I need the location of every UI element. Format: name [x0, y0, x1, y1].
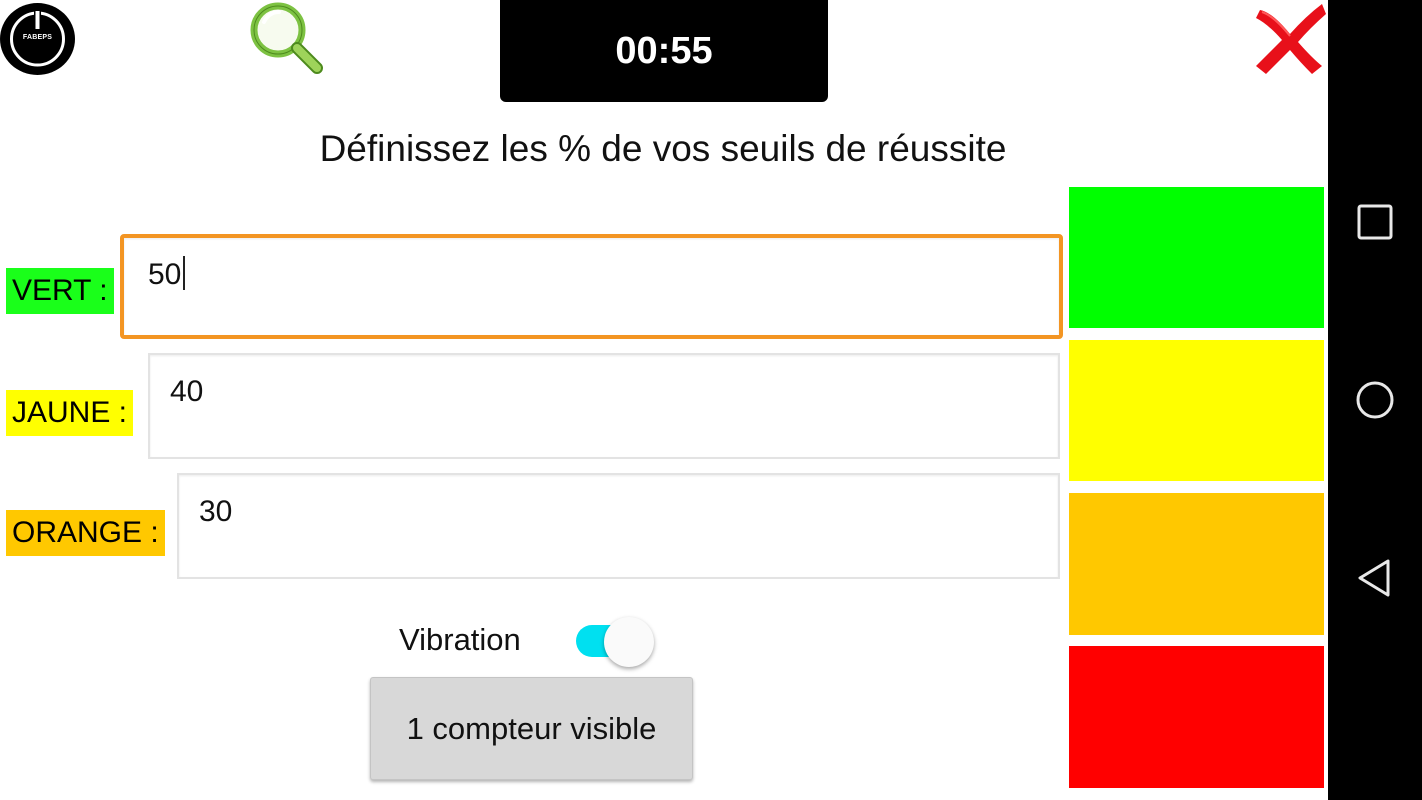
orange-input[interactable]: 30 — [177, 473, 1060, 579]
text-caret — [183, 256, 186, 290]
swatch-red[interactable] — [1069, 646, 1324, 788]
close-icon — [1256, 4, 1326, 74]
back-icon[interactable] — [1354, 557, 1396, 599]
orange-input-value: 30 — [199, 495, 233, 528]
power-button[interactable]: FABEPS — [0, 3, 75, 75]
label-vert: VERT : — [6, 268, 114, 314]
search-icon — [250, 2, 323, 74]
page-title: Définissez les % de vos seuils de réussi… — [0, 128, 1328, 170]
timer-display: 00:55 — [500, 0, 828, 102]
swatch-green[interactable] — [1069, 187, 1324, 328]
vibration-toggle[interactable] — [574, 613, 658, 669]
jaune-input-value: 40 — [170, 375, 204, 408]
power-label: FABEPS — [22, 34, 53, 41]
counter-visibility-button[interactable]: 1 compteur visible — [370, 677, 693, 780]
close-button[interactable] — [1252, 0, 1328, 76]
page-title-text: Définissez les % de vos seuils de réussi… — [319, 128, 1007, 169]
home-icon[interactable] — [1354, 379, 1396, 421]
timer-value: 00:55 — [615, 29, 713, 72]
label-jaune: JAUNE : — [6, 390, 134, 436]
jaune-input[interactable]: 40 — [148, 353, 1060, 459]
swatch-yellow[interactable] — [1069, 340, 1324, 481]
vert-input[interactable]: 50 — [120, 234, 1063, 339]
search-button[interactable] — [245, 0, 329, 78]
vert-input-value: 50 — [148, 258, 182, 291]
label-orange: ORANGE : — [6, 510, 165, 556]
app-screen: FABEPS 00:55 Définissez les % de vos seu… — [0, 0, 1328, 800]
recents-icon[interactable] — [1354, 201, 1396, 243]
toggle-knob — [604, 617, 654, 667]
vibration-label: Vibration — [399, 622, 521, 657]
swatch-orange[interactable] — [1069, 493, 1324, 635]
